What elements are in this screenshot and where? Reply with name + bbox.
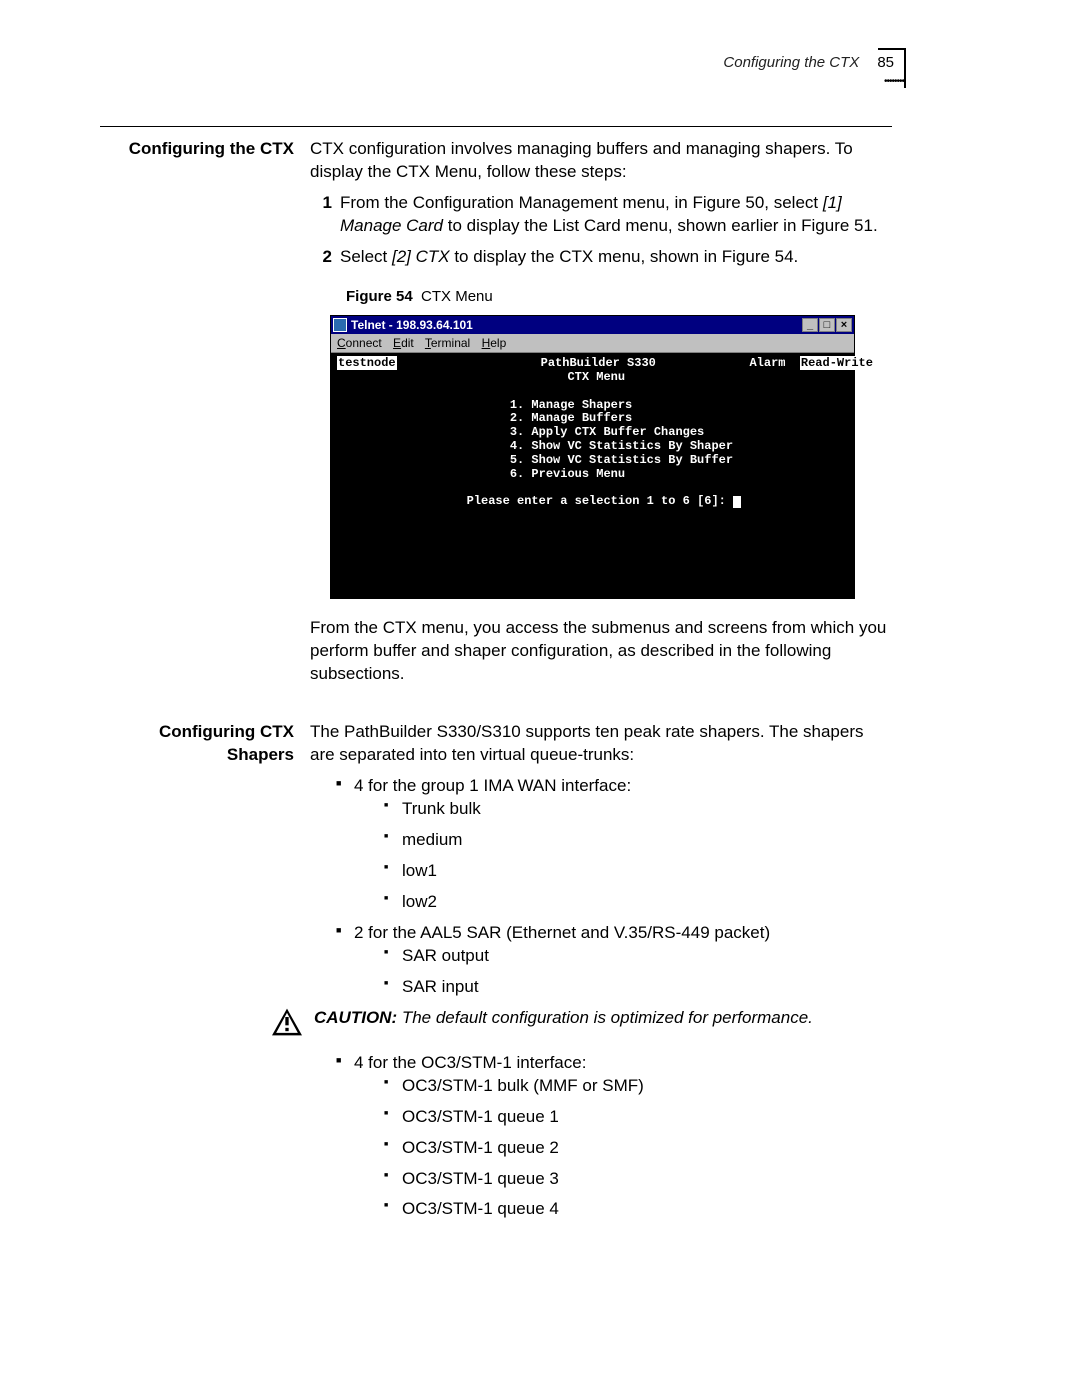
caution-text: CAUTION: The default configuration is op… xyxy=(314,1007,813,1030)
term-item-4: 4. Show VC Statistics By Shaper xyxy=(510,439,733,453)
menu-terminal[interactable]: Terminal xyxy=(425,336,470,350)
sub-oc3-q1: OC3/STM-1 queue 1 xyxy=(384,1106,892,1129)
term-item-5: 5. Show VC Statistics By Buffer xyxy=(510,453,733,467)
figure-label: Figure 54 xyxy=(346,288,413,305)
term-item-1: 1. Manage Shapers xyxy=(510,398,632,412)
caution-body: The default configuration is optimized f… xyxy=(397,1008,813,1027)
sub-oc3-q3: OC3/STM-1 queue 3 xyxy=(384,1168,892,1191)
sub-sar-output: SAR output xyxy=(384,945,892,968)
telnet-title: Telnet - 198.93.64.101 xyxy=(351,317,473,333)
minimize-button[interactable]: _ xyxy=(802,318,818,332)
bullet-ima: 4 for the group 1 IMA WAN interface: Tru… xyxy=(336,775,892,914)
figure-caption: Figure 54 CTX Menu xyxy=(346,287,892,307)
telnet-window: Telnet - 198.93.64.101 _ □ × Connect Edi… xyxy=(330,315,855,599)
maximize-button[interactable]: □ xyxy=(819,318,835,332)
telnet-menubar: Connect Edit Terminal Help xyxy=(331,334,854,353)
telnet-app-icon xyxy=(333,318,347,332)
sub-low2: low2 xyxy=(384,891,892,914)
caution-block: CAUTION: The default configuration is op… xyxy=(270,1007,892,1044)
term-alarm: Alarm xyxy=(749,356,785,370)
sub-oc3-q4: OC3/STM-1 queue 4 xyxy=(384,1198,892,1221)
term-device: PathBuilder S330 xyxy=(541,356,656,370)
term-menu-title: CTX Menu xyxy=(567,370,625,384)
figure-title: CTX Menu xyxy=(421,288,493,305)
close-button[interactable]: × xyxy=(836,318,852,332)
section-heading-ctx: Configuring the CTX xyxy=(100,138,310,693)
sub-oc3-q2: OC3/STM-1 queue 2 xyxy=(384,1137,892,1160)
step-2-number: 2 xyxy=(310,246,332,269)
term-rw: Read-Write xyxy=(800,356,874,370)
page-number: 85 xyxy=(877,54,894,71)
menu-edit[interactable]: Edit xyxy=(393,336,414,350)
step-2-em: [2] CTX xyxy=(392,247,450,266)
telnet-terminal[interactable]: testnode PathBuilder S330 Alarm Read-Wri… xyxy=(331,353,854,598)
divider xyxy=(100,126,892,127)
corner-dots: •••••••• xyxy=(884,76,904,87)
term-item-2: 2. Manage Buffers xyxy=(510,411,632,425)
section-heading-shapers: Configuring CTX Shapers xyxy=(100,721,310,1229)
page-header: Configuring the CTX 85 xyxy=(723,54,894,71)
step-1-text-a: From the Configuration Management menu, … xyxy=(340,193,823,212)
step-2: 2 Select [2] CTX to display the CTX menu… xyxy=(336,246,892,269)
bullet-oc3-text: 4 for the OC3/STM-1 interface: xyxy=(354,1053,586,1072)
step-1: 1 From the Configuration Management menu… xyxy=(336,192,892,238)
term-node: testnode xyxy=(337,356,397,370)
term-item-3: 3. Apply CTX Buffer Changes xyxy=(510,425,704,439)
sub-sar-input: SAR input xyxy=(384,976,892,999)
caution-label: CAUTION: xyxy=(314,1008,397,1027)
header-title: Configuring the CTX xyxy=(723,54,859,71)
caution-icon xyxy=(270,1007,304,1044)
bullet-oc3: 4 for the OC3/STM-1 interface: OC3/STM-1… xyxy=(336,1052,892,1222)
bullet-ima-text: 4 for the group 1 IMA WAN interface: xyxy=(354,776,631,795)
telnet-titlebar[interactable]: Telnet - 198.93.64.101 _ □ × xyxy=(331,316,854,334)
sub-low1: low1 xyxy=(384,860,892,883)
sub-oc3-bulk: OC3/STM-1 bulk (MMF or SMF) xyxy=(384,1075,892,1098)
term-prompt: Please enter a selection 1 to 6 [6]: xyxy=(467,494,733,508)
step-2-text-b: to display the CTX menu, shown in Figure… xyxy=(450,247,799,266)
sub-medium: medium xyxy=(384,829,892,852)
term-cursor xyxy=(733,496,741,508)
menu-help[interactable]: Help xyxy=(482,336,507,350)
bullet-sar: 2 for the AAL5 SAR (Ethernet and V.35/RS… xyxy=(336,922,892,999)
term-item-6: 6. Previous Menu xyxy=(510,467,625,481)
step-1-number: 1 xyxy=(310,192,332,215)
after-figure-text: From the CTX menu, you access the submen… xyxy=(310,617,892,686)
step-2-text-a: Select xyxy=(340,247,392,266)
intro-text: CTX configuration involves managing buff… xyxy=(310,138,892,184)
step-1-text-b: to display the List Card menu, shown ear… xyxy=(443,216,878,235)
sub-trunk-bulk: Trunk bulk xyxy=(384,798,892,821)
shapers-intro: The PathBuilder S330/S310 supports ten p… xyxy=(310,721,892,767)
menu-connect[interactable]: Connect xyxy=(337,336,382,350)
bullet-sar-text: 2 for the AAL5 SAR (Ethernet and V.35/RS… xyxy=(354,923,770,942)
